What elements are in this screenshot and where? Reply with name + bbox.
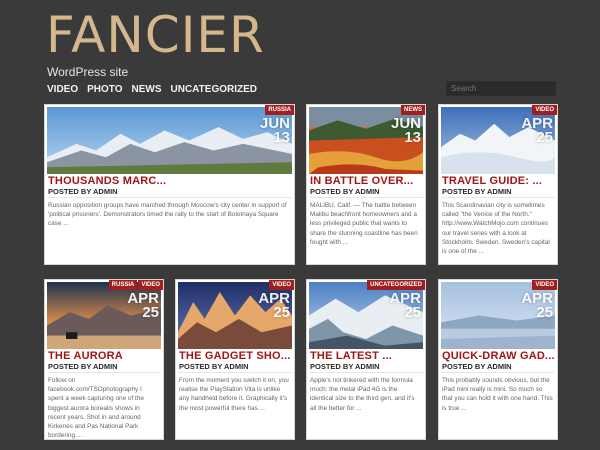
post-date: APR 25 <box>521 291 553 321</box>
date-day: 13 <box>273 129 290 146</box>
post-thumbnail[interactable] <box>47 107 292 174</box>
date-day: 25 <box>273 304 290 321</box>
post-title[interactable]: THE GADGET SHO... <box>179 350 291 362</box>
post-card[interactable]: UNCATEGORIZED APR 25 THE LATEST ... POST… <box>306 279 426 440</box>
post-author: POSTED BY ADMIN <box>310 187 380 196</box>
main-nav: VIDEO PHOTO NEWS UNCATEGORIZED <box>47 84 257 95</box>
post-card[interactable]: VIDEO APR 25 TRAVEL GUIDE: ... POSTED BY… <box>438 104 558 265</box>
category-tags: RUSSIA <box>265 105 294 115</box>
category-tags: VIDEO <box>269 280 294 290</box>
divider <box>47 372 161 373</box>
category-tag[interactable]: VIDEO <box>532 280 557 290</box>
category-tag[interactable]: UNCATEGORIZED <box>367 280 425 290</box>
category-tags: UNCATEGORIZED <box>367 280 425 290</box>
category-tag[interactable]: VIDEO <box>138 280 163 290</box>
post-title[interactable]: THOUSANDS MARC... <box>48 175 166 187</box>
post-title[interactable]: THE AURORA <box>48 350 123 362</box>
post-date: APR 25 <box>521 116 553 146</box>
divider <box>309 197 423 198</box>
post-card[interactable]: VIDEO APR 25 QUICK-DRAW GAD... POSTED BY… <box>438 279 558 440</box>
post-author: POSTED BY ADMIN <box>48 187 118 196</box>
divider <box>178 372 292 373</box>
category-tag[interactable]: VIDEO <box>269 280 294 290</box>
post-excerpt: This Scandinavian city is sometimes call… <box>442 202 550 256</box>
post-author: POSTED BY ADMIN <box>442 362 512 371</box>
post-excerpt: MALIBU, Calif. — The battle between Mali… <box>310 202 418 246</box>
category-tag[interactable]: RUSSIA <box>265 105 294 115</box>
date-day: 25 <box>536 304 553 321</box>
category-tags: RUSSIA VIDEO <box>108 280 163 290</box>
post-author: POSTED BY ADMIN <box>179 362 249 371</box>
post-excerpt: Follow on facebook.com/TSOphotography I … <box>48 377 144 440</box>
post-title[interactable]: IN BATTLE OVER... <box>310 175 413 187</box>
divider <box>309 372 423 373</box>
post-date: APR 25 <box>127 291 159 321</box>
site-description: WordPress site <box>47 65 129 79</box>
post-date: JUN 13 <box>260 116 290 146</box>
post-excerpt: From the moment you switch it on, you re… <box>179 377 289 412</box>
date-day: 13 <box>404 129 421 146</box>
category-tag[interactable]: RUSSIA <box>108 280 138 290</box>
nav-item-uncategorized[interactable]: UNCATEGORIZED <box>171 84 257 95</box>
category-tag[interactable]: VIDEO <box>532 105 557 115</box>
post-author: POSTED BY ADMIN <box>442 187 512 196</box>
post-card[interactable]: RUSSIA JUN 13 THOUSANDS MARC... POSTED B… <box>44 104 295 265</box>
nav-item-news[interactable]: NEWS <box>132 84 162 95</box>
post-date: APR 25 <box>389 291 421 321</box>
post-title[interactable]: TRAVEL GUIDE: ... <box>442 175 542 187</box>
post-author: POSTED BY ADMIN <box>48 362 118 371</box>
search-input[interactable] <box>446 81 556 96</box>
category-tags: NEWS <box>401 105 425 115</box>
site-title[interactable]: FANCIER <box>46 6 265 64</box>
date-day: 25 <box>142 304 159 321</box>
post-excerpt: Russian opposition groups have marched t… <box>48 202 287 228</box>
divider <box>441 197 555 198</box>
post-excerpt: This probably sounds obvious, but the iP… <box>442 377 553 412</box>
post-date: JUN 13 <box>391 116 421 146</box>
category-tag[interactable]: NEWS <box>401 105 425 115</box>
post-title[interactable]: QUICK-DRAW GAD... <box>442 350 555 362</box>
category-tags: VIDEO <box>532 105 557 115</box>
divider <box>47 197 292 198</box>
nav-item-video[interactable]: VIDEO <box>47 84 78 95</box>
nav-item-photo[interactable]: PHOTO <box>87 84 122 95</box>
post-title[interactable]: THE LATEST ... <box>310 350 392 362</box>
category-tags: VIDEO <box>532 280 557 290</box>
post-card[interactable]: RUSSIA VIDEO APR 25 THE AURORA POSTED BY… <box>44 279 164 440</box>
post-card[interactable]: NEWS JUN 13 IN BATTLE OVER... POSTED BY … <box>306 104 426 265</box>
post-author: POSTED BY ADMIN <box>310 362 380 371</box>
post-excerpt: Apple's not tinkered with the formula mu… <box>310 377 415 412</box>
post-card[interactable]: VIDEO APR 25 THE GADGET SHO... POSTED BY… <box>175 279 295 440</box>
date-day: 25 <box>536 129 553 146</box>
divider <box>441 372 555 373</box>
date-day: 25 <box>404 304 421 321</box>
post-date: APR 25 <box>258 291 290 321</box>
